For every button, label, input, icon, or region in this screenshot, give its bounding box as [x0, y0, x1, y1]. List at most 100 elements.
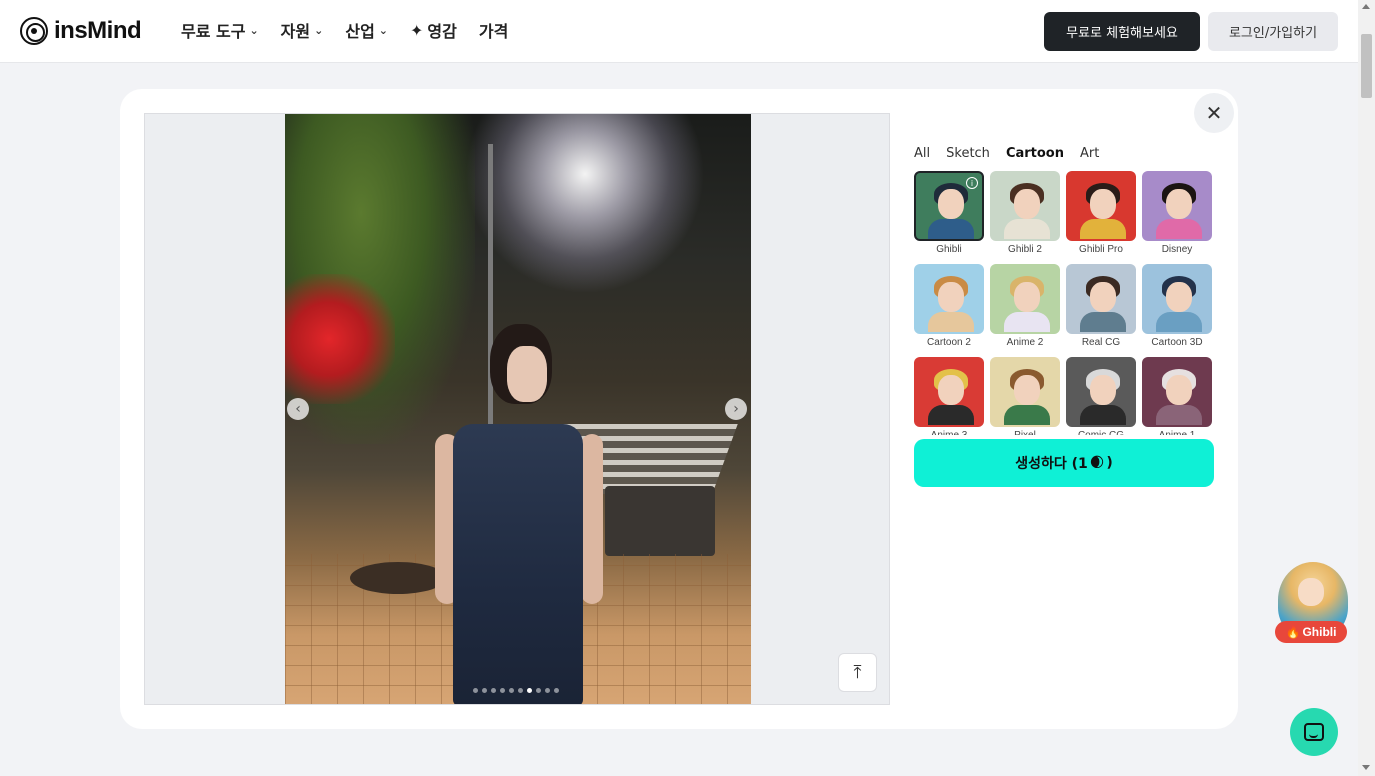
thumb-face: [938, 282, 964, 312]
carousel-dot[interactable]: [554, 688, 559, 693]
nav-label: 자원: [280, 22, 311, 41]
nav-label: 산업: [345, 22, 375, 41]
thumb-face: [1090, 282, 1116, 312]
style-card-disney[interactable]: Disney: [1142, 171, 1212, 255]
photo-manhole: [350, 562, 446, 594]
style-card-cartoon-3d[interactable]: Cartoon 3D: [1142, 264, 1212, 348]
style-card-anime-1[interactable]: Anime 1: [1142, 357, 1212, 435]
thumb-body: [1156, 219, 1202, 239]
style-label: Ghibli 2: [1008, 244, 1042, 255]
carousel-dot[interactable]: [518, 688, 523, 693]
chevron-down-icon: ⌄: [314, 23, 324, 37]
carousel-dot[interactable]: [482, 688, 487, 693]
carousel-next-button[interactable]: ›: [725, 398, 747, 420]
ghibli-promo-widget[interactable]: 🔥 Ghibli: [1272, 556, 1352, 646]
scroll-up-icon[interactable]: [1362, 4, 1370, 9]
style-card-anime-2[interactable]: Anime 2: [990, 264, 1060, 348]
brand-name: insMind: [54, 17, 142, 44]
generate-label-suffix: ): [1106, 455, 1113, 471]
chevron-down-icon: ⌄: [378, 23, 389, 37]
street-light-glow: [465, 114, 705, 294]
carousel-dot[interactable]: [536, 688, 541, 693]
brand-logo[interactable]: insMind: [20, 17, 142, 45]
style-thumbnail: [1066, 171, 1136, 241]
thumb-face: [1014, 282, 1040, 312]
free-trial-button[interactable]: 무료로 체험해보세요: [1044, 12, 1200, 51]
scroll-thumb[interactable]: [1361, 34, 1372, 98]
thumb-body: [1080, 219, 1126, 239]
nav-inspiration[interactable]: ✦ 영감: [410, 18, 457, 42]
thumb-face: [1166, 375, 1192, 405]
chevron-down-icon: ⌄: [249, 23, 259, 37]
nav-label: 가격: [478, 22, 509, 41]
login-signup-button[interactable]: 로그인/가입하기: [1208, 12, 1338, 51]
nav-industry[interactable]: 산업 ⌄: [345, 18, 388, 42]
style-label: Disney: [1161, 244, 1193, 255]
logo-mark-icon: [20, 17, 48, 45]
carousel-dot[interactable]: [500, 688, 505, 693]
carousel-prev-button[interactable]: ‹: [287, 398, 309, 420]
style-card-comic-cg[interactable]: Comic CG: [1066, 357, 1136, 435]
credit-icon: 🌒: [1089, 455, 1105, 471]
thumb-body: [928, 312, 974, 332]
thumb-body: [928, 405, 974, 425]
style-thumbnail: [990, 357, 1060, 427]
style-thumbnail: [990, 264, 1060, 334]
carousel-dot[interactable]: [527, 688, 532, 693]
carousel-dot[interactable]: [473, 688, 478, 693]
style-thumbnail: [1142, 357, 1212, 427]
carousel-dot[interactable]: [545, 688, 550, 693]
upload-icon: ⤒: [853, 662, 862, 683]
style-label: Anime 2: [1006, 337, 1044, 348]
tab-cartoon[interactable]: Cartoon: [1006, 146, 1064, 161]
ghibli-badge-label: Ghibli: [1302, 625, 1337, 639]
style-card-pixel[interactable]: Pixel: [990, 357, 1060, 435]
thumb-face: [1090, 189, 1116, 219]
upload-button[interactable]: ⤒: [838, 653, 877, 692]
close-icon: ✕: [1205, 102, 1223, 125]
carousel-dots: [473, 688, 559, 693]
person-face: [507, 346, 547, 402]
style-card-cartoon-2[interactable]: Cartoon 2: [914, 264, 984, 348]
nav-label: 무료 도구: [181, 22, 246, 41]
photo-person: [435, 324, 605, 704]
style-label: Cartoon 2: [927, 337, 971, 348]
tab-art[interactable]: Art: [1080, 146, 1099, 161]
chat-support-button[interactable]: [1290, 708, 1338, 756]
tab-all[interactable]: All: [914, 146, 930, 161]
style-label: Comic CG: [1066, 430, 1136, 435]
style-thumbnail: [914, 357, 984, 427]
style-label: Cartoon 3D: [1151, 337, 1203, 348]
style-card-ghibli[interactable]: i Ghibli: [914, 171, 984, 255]
style-label: Anime 3: [914, 430, 984, 435]
nav-free-tools[interactable]: 무료 도구 ⌄: [181, 18, 259, 42]
style-card-anime-3[interactable]: Anime 3: [914, 357, 984, 435]
style-thumbnail: i: [914, 171, 984, 241]
tab-sketch[interactable]: Sketch: [946, 146, 990, 161]
person-dress: [453, 424, 583, 704]
nav-resources[interactable]: 자원 ⌄: [281, 18, 324, 42]
style-card-ghibli-2[interactable]: Ghibli 2: [990, 171, 1060, 255]
close-modal-button[interactable]: ✕: [1194, 93, 1234, 133]
nav-pricing[interactable]: 가격: [479, 18, 508, 42]
style-label: Ghibli Pro: [1079, 244, 1123, 255]
thumb-body: [1156, 405, 1202, 425]
page-scrollbar[interactable]: [1358, 0, 1375, 776]
thumb-face: [1090, 375, 1116, 405]
sparkle-icon: ✦: [410, 20, 424, 40]
scroll-down-icon[interactable]: [1362, 765, 1370, 770]
main-nav: 무료 도구 ⌄ 자원 ⌄ 산업 ⌄ ✦ 영감 가격: [181, 18, 508, 42]
chat-icon: [1304, 723, 1324, 741]
thumb-body: [1080, 405, 1126, 425]
carousel-dot[interactable]: [509, 688, 514, 693]
generate-button[interactable]: 생성하다 (1 🌒 ): [914, 439, 1214, 487]
thumb-body: [1156, 312, 1202, 332]
photo-red-leaves: [285, 274, 395, 404]
style-card-real-cg[interactable]: Real CG: [1066, 264, 1136, 348]
style-card-ghibli-pro[interactable]: Ghibli Pro: [1066, 171, 1136, 255]
carousel-dot[interactable]: [491, 688, 496, 693]
style-label: Ghibli: [936, 244, 962, 255]
style-list[interactable]: i Ghibli Ghibli 2 Ghibli Pro Disney Cartoon 2…: [914, 171, 1216, 435]
nav-label: 영감: [427, 22, 457, 41]
info-icon[interactable]: i: [966, 177, 978, 189]
